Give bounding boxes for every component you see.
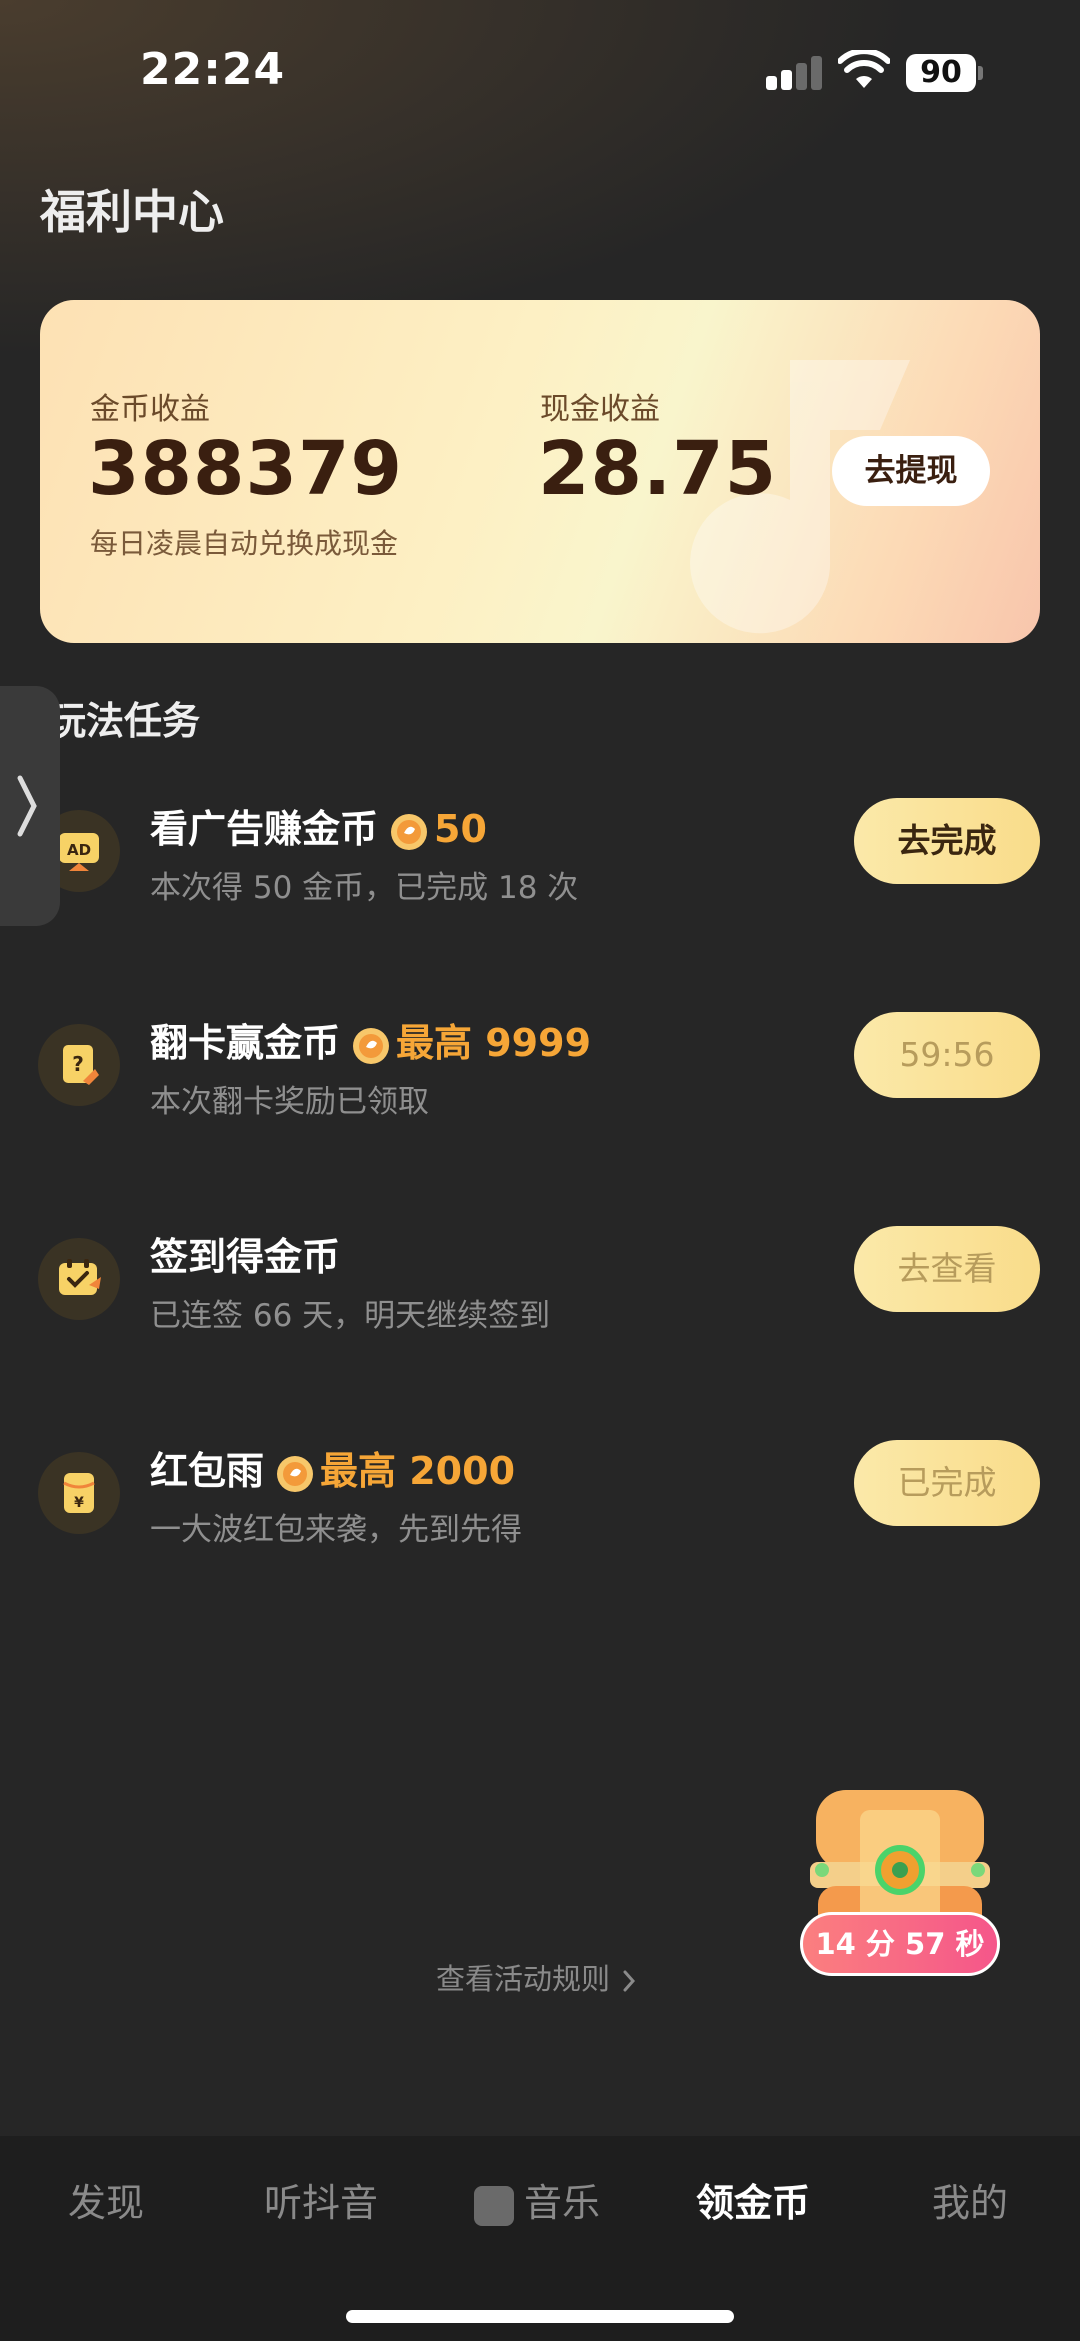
coin-exchange-note: 每日凌晨自动兑换成现金 — [90, 527, 399, 560]
view-button[interactable]: 去查看 — [854, 1226, 1040, 1312]
task-subtitle: 本次翻卡奖励已领取 — [150, 1084, 429, 1120]
status-bar: 22:24 90 — [0, 0, 1080, 140]
task-subtitle: 已连签 66 天，明天继续签到 — [150, 1298, 551, 1334]
task-subtitle: 一大波红包来袭，先到先得 — [150, 1512, 522, 1548]
battery-level: 90 — [906, 54, 976, 92]
earnings-card: 金币收益 388379 每日凌晨自动兑换成现金 现金收益 28.75 去提现 — [40, 300, 1040, 643]
side-drawer-handle[interactable] — [0, 686, 60, 926]
treasure-timer[interactable]: 14 分 57 秒 — [800, 1912, 1000, 1976]
nav-item-earn-coins[interactable]: 领金币 — [696, 2172, 810, 2227]
coin-icon — [353, 1027, 390, 1064]
music-thumbnail-icon — [474, 2185, 514, 2226]
completed-button[interactable]: 已完成 — [854, 1440, 1040, 1526]
chevron-right-icon — [17, 775, 37, 837]
status-time: 22:24 — [140, 44, 286, 95]
red-packet-icon: ¥ — [38, 1452, 120, 1534]
chevron-right-icon — [623, 1970, 636, 1992]
task-subtitle: 本次得 50 金币，已完成 18 次 — [150, 870, 579, 906]
cellular-signal-icon — [766, 56, 824, 90]
task-title: 签到得金币 — [150, 1235, 341, 1279]
go-complete-button[interactable]: 去完成 — [854, 798, 1040, 884]
countdown-button[interactable]: 59:56 — [854, 1012, 1040, 1098]
nav-item-music-label: 音乐 — [524, 2181, 601, 2225]
home-indicator — [346, 2310, 734, 2323]
svg-text:AD: AD — [67, 841, 91, 859]
task-reward: 最高 2000 — [320, 1449, 516, 1493]
wifi-icon — [838, 50, 890, 88]
task-title: 翻卡赢金币 最高 9999 — [150, 1021, 592, 1065]
withdraw-button[interactable]: 去提现 — [832, 436, 990, 506]
nav-item-discover[interactable]: 发现 — [68, 2172, 144, 2227]
battery-icon: 90 — [906, 54, 984, 92]
nav-item-music[interactable]: 音乐 — [474, 2172, 600, 2227]
task-title: 看广告赚金币 50 — [150, 807, 487, 851]
coin-earnings-value: 388379 — [88, 426, 403, 512]
task-reward: 50 — [434, 807, 487, 851]
card-flip-icon: ? — [38, 1024, 120, 1106]
task-row-watch-ad: AD 看广告赚金币 50 本次得 50 金币，已完成 18 次 去完成 — [0, 784, 1080, 944]
section-title: 玩法任务 — [48, 699, 201, 743]
activity-rules-link[interactable]: 查看活动规则 — [436, 1956, 639, 1998]
task-title: 红包雨 最高 2000 — [150, 1449, 516, 1493]
task-row-red-packet-rain: ¥ 红包雨 最高 2000 一大波红包来袭，先到先得 已完成 — [0, 1426, 1080, 1586]
task-reward: 最高 9999 — [396, 1021, 592, 1065]
coin-earnings-label: 金币收益 — [90, 392, 210, 427]
task-row-flip-card: ? 翻卡赢金币 最高 9999 本次翻卡奖励已领取 59:56 — [0, 998, 1080, 1158]
svg-text:¥: ¥ — [74, 1495, 84, 1511]
cash-earnings-label: 现金收益 — [540, 392, 660, 427]
svg-text:?: ? — [72, 1052, 84, 1076]
checkin-icon — [38, 1238, 120, 1320]
task-row-check-in: 签到得金币 已连签 66 天，明天继续签到 去查看 — [0, 1212, 1080, 1372]
cash-earnings-value: 28.75 — [538, 426, 778, 512]
nav-item-listen[interactable]: 听抖音 — [264, 2172, 378, 2227]
nav-item-me[interactable]: 我的 — [932, 2172, 1008, 2227]
coin-icon — [277, 1455, 314, 1492]
page-title: 福利中心 — [40, 185, 224, 239]
activity-rules-label: 查看活动规则 — [436, 1962, 611, 1996]
coin-icon — [391, 813, 428, 850]
